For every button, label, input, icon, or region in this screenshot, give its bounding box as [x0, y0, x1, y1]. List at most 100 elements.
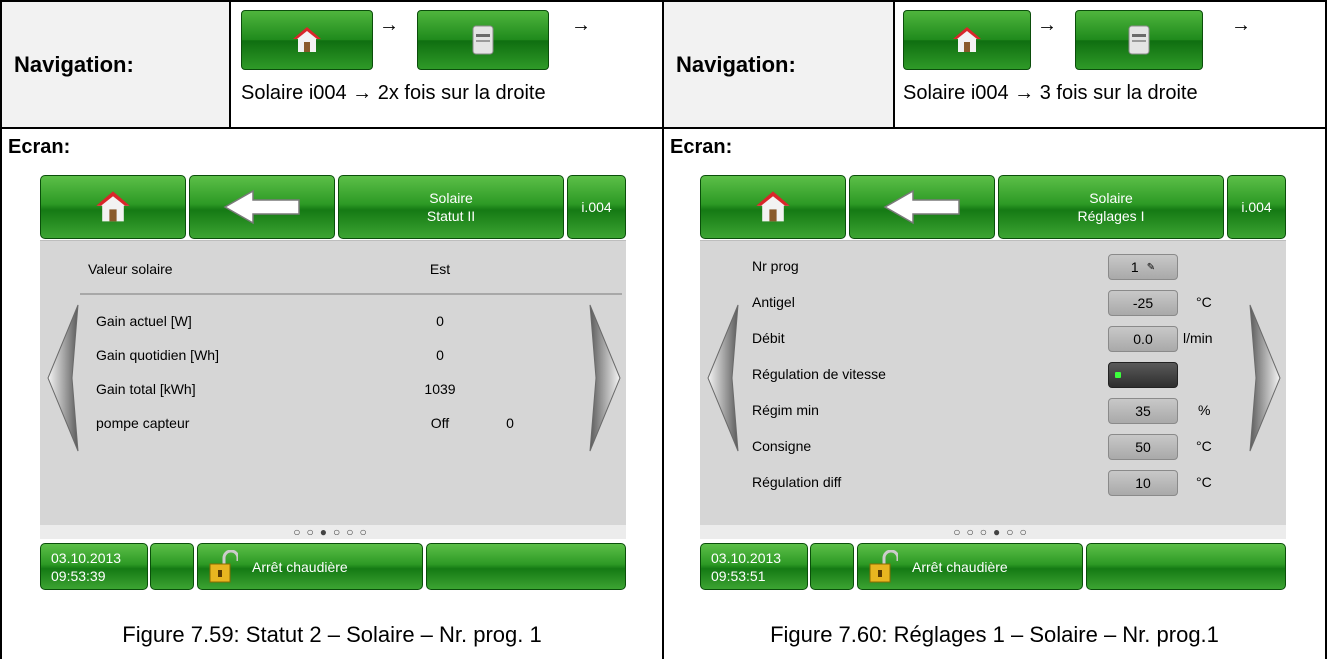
screen-code-text: i.004: [1241, 199, 1272, 215]
row-label: Débit: [752, 330, 785, 346]
ecran-label: Ecran:: [670, 136, 733, 158]
row-label: Nr prog: [752, 258, 799, 274]
screen-title-line2: Réglages I: [1077, 208, 1145, 224]
screen-title-line1: Solaire: [1089, 190, 1133, 206]
figure-caption: Figure 7.60: Réglages 1 – Solaire – Nr. …: [770, 622, 1219, 647]
field-value: 0.0: [1133, 331, 1153, 347]
nav-label-cell-right: Navigation:: [664, 2, 893, 127]
nav-label: Navigation:: [14, 51, 134, 77]
nav-path: Solaire i004 → 3 fois sur la droite: [903, 82, 1198, 104]
field-unit: l/min: [1183, 330, 1213, 346]
status-text: Arrêt chaudière: [252, 558, 348, 575]
field-value: 1: [1130, 259, 1139, 275]
nav-home-button: [241, 10, 373, 70]
field-unit: °C: [1196, 294, 1212, 310]
field-unit: %: [1198, 402, 1211, 418]
row-value: 1039: [424, 381, 456, 397]
home-button[interactable]: [700, 175, 846, 239]
house-icon: [96, 191, 130, 222]
screen-bottombar: 03.10.2013 09:53:51 Arrêt chaudière: [700, 543, 1286, 590]
row-label: Gain total [kWh]: [96, 381, 196, 397]
unlock-icon: [209, 549, 238, 582]
home-button[interactable]: [40, 175, 186, 239]
toggle-led-icon: [1115, 372, 1121, 378]
chevron-left-icon[interactable]: [706, 303, 740, 453]
row-value: 0: [436, 347, 444, 363]
nav-path: Solaire i004 → 2x fois sur la droite: [241, 82, 546, 104]
nav-content-left: → → Solaire i004 → 2x fois sur la droite: [231, 2, 662, 127]
boiler-status-button[interactable]: Arrêt chaudière: [857, 543, 1083, 590]
back-button[interactable]: [849, 175, 995, 239]
row-label: Valeur solaire: [88, 261, 173, 277]
row-value: 0: [436, 313, 444, 329]
row-label: Antigel: [752, 294, 795, 310]
screen-panel: Nr prog 1 ✎ Antigel -25 °C Débit 0.0 l/m…: [700, 240, 1286, 530]
nav-label: Navigation:: [676, 51, 796, 77]
back-arrow-icon: [883, 189, 960, 225]
edit-icon: ✎: [1146, 261, 1156, 273]
screen-code-text: i.004: [581, 199, 612, 215]
ecran-label: Ecran:: [8, 136, 71, 158]
empty-wide-button[interactable]: [1086, 543, 1286, 590]
field-value: 35: [1135, 403, 1151, 419]
time-text: 09:53:51: [711, 567, 766, 584]
row-separator: [80, 293, 622, 295]
field-unit: °C: [1196, 474, 1212, 490]
back-arrow-icon: [223, 189, 300, 225]
device-screen-right: Solaire Réglages I i.004 Nr prog 1 ✎ Ant…: [700, 175, 1286, 590]
date-text: 03.10.2013: [711, 549, 782, 566]
prog-number-field[interactable]: 1 ✎: [1108, 254, 1178, 280]
row-value: Off: [430, 415, 450, 431]
status-text: Arrêt chaudière: [912, 558, 1008, 575]
speed-regulation-toggle[interactable]: [1108, 362, 1178, 388]
field-unit: °C: [1196, 438, 1212, 454]
unlock-icon: [869, 549, 898, 582]
screen-title: Solaire Réglages I: [998, 175, 1224, 239]
screen-title: Solaire Statut II: [338, 175, 564, 239]
nav-content-right: → → Solaire i004 → 3 fois sur la droite: [895, 2, 1325, 127]
row-label: Régulation diff: [752, 474, 842, 490]
row-label: pompe capteur: [96, 415, 190, 431]
time-text: 09:53:39: [51, 567, 106, 584]
nav-boiler-button: [1075, 10, 1203, 70]
chevron-right-icon[interactable]: [588, 303, 622, 453]
screen-title-line1: Solaire: [429, 190, 473, 206]
row-label: Régim min: [752, 402, 819, 418]
chevron-right-icon[interactable]: [1248, 303, 1282, 453]
debit-field[interactable]: 0.0: [1108, 326, 1178, 352]
screen-topbar: Solaire Statut II i.004: [40, 175, 626, 239]
nav-arrow: →: [571, 14, 591, 36]
boiler-icon: [472, 25, 494, 55]
empty-wide-button[interactable]: [426, 543, 626, 590]
screen-topbar: Solaire Réglages I i.004: [700, 175, 1286, 239]
house-icon: [756, 191, 790, 222]
page-indicator: ○○●○○○: [40, 525, 626, 539]
row-label: Consigne: [752, 438, 812, 454]
antigel-field[interactable]: -25: [1108, 290, 1178, 316]
date-text: 03.10.2013: [51, 549, 122, 566]
house-icon: [293, 27, 321, 52]
regim-min-field[interactable]: 35: [1108, 398, 1178, 424]
empty-button[interactable]: [810, 543, 854, 590]
page-indicator: ○○○●○○: [700, 525, 1286, 539]
nav-label-cell-left: Navigation:: [2, 2, 229, 127]
back-button[interactable]: [189, 175, 335, 239]
row-label: Gain quotidien [Wh]: [96, 347, 219, 363]
figure-caption: Figure 7.59: Statut 2 – Solaire – Nr. pr…: [122, 622, 542, 647]
screen-panel: Valeur solaire Est Gain actuel [W] 0 Gai…: [40, 240, 626, 530]
screen-code: i.004: [567, 175, 626, 239]
screen-code: i.004: [1227, 175, 1286, 239]
row-label: Gain actuel [W]: [96, 313, 192, 329]
house-icon: [953, 27, 981, 52]
row-value: Est: [429, 261, 451, 277]
field-value: 50: [1135, 439, 1151, 455]
consigne-field[interactable]: 50: [1108, 434, 1178, 460]
datetime-display: 03.10.2013 09:53:51: [700, 543, 808, 590]
boiler-status-button[interactable]: Arrêt chaudière: [197, 543, 423, 590]
chevron-left-icon[interactable]: [46, 303, 80, 453]
nav-home-button: [903, 10, 1031, 70]
nav-arrow: →: [1231, 14, 1251, 36]
row-extra-value: 0: [506, 415, 514, 431]
regulation-diff-field[interactable]: 10: [1108, 470, 1178, 496]
empty-button[interactable]: [150, 543, 194, 590]
